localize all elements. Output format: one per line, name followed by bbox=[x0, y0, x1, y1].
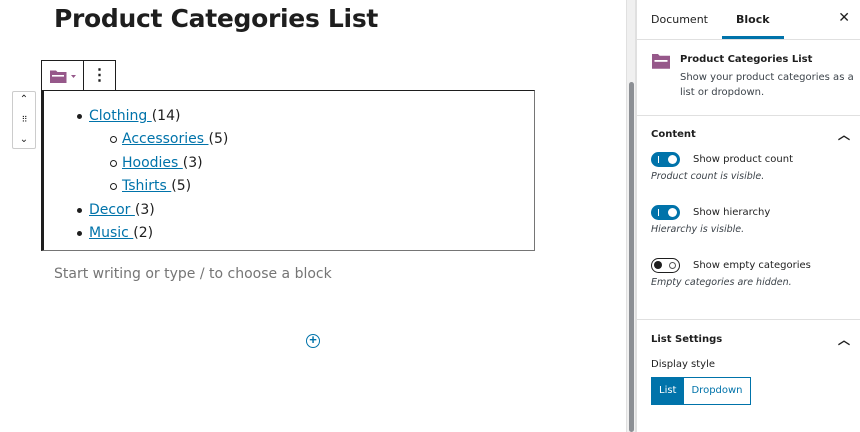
category-link-tshirts[interactable]: Tshirts bbox=[122, 178, 171, 194]
display-style-toggle-group: List Dropdown bbox=[651, 377, 860, 405]
block-card-description: Show your product categories as a list o… bbox=[680, 72, 854, 98]
display-style-list-button[interactable]: List bbox=[651, 377, 685, 405]
list-item: Music (2) bbox=[77, 222, 228, 245]
block-toolbar: ⋮ bbox=[41, 60, 116, 90]
block-card-text: Product Categories List Show your produc… bbox=[680, 52, 854, 115]
content-panel: Content ︿ Show product count Product cou… bbox=[637, 116, 860, 320]
folder-icon bbox=[49, 70, 76, 83]
more-options-button[interactable]: ⋮ bbox=[84, 61, 115, 90]
block-inserter-plus-icon[interactable]: + bbox=[306, 333, 320, 348]
drag-handle-icon[interactable]: ⠿ bbox=[22, 116, 28, 124]
scrollbar-thumb[interactable] bbox=[629, 82, 634, 432]
toggle-show-hierarchy: Show hierarchy Hierarchy is visible. bbox=[637, 205, 860, 258]
close-icon[interactable]: ✕ bbox=[838, 11, 850, 25]
tab-block[interactable]: Block bbox=[722, 0, 784, 39]
list-item: Tshirts (5) bbox=[110, 175, 228, 198]
toggle-label[interactable]: Show hierarchy bbox=[693, 207, 770, 218]
category-count: (2) bbox=[133, 225, 154, 242]
block-card-icon-wrap bbox=[651, 52, 671, 115]
page-title[interactable]: Product Categories List bbox=[54, 4, 378, 33]
toggle-show-empty-categories: Show empty categories Empty categories a… bbox=[637, 258, 860, 311]
chevron-down-icon[interactable]: ⌄ bbox=[20, 135, 28, 145]
toggle-line: Show hierarchy bbox=[651, 205, 860, 220]
toggle-line: Show product count bbox=[651, 152, 860, 167]
folder-icon bbox=[652, 54, 670, 69]
toggle-label[interactable]: Show product count bbox=[693, 154, 793, 165]
hierarchy-switch[interactable] bbox=[651, 205, 680, 220]
list-item: Hoodies (3) bbox=[110, 152, 228, 175]
toggle-help: Product count is visible. bbox=[651, 171, 765, 182]
category-link-music[interactable]: Music bbox=[89, 225, 133, 241]
panel-title: Content bbox=[651, 128, 696, 140]
panel-title: List Settings bbox=[651, 333, 723, 345]
editor-canvas: Product Categories List ⋮ ⌃ ⠿ ⌄ Clothing bbox=[0, 0, 626, 432]
chevron-up-icon[interactable]: ⌃ bbox=[20, 95, 28, 105]
category-list: Clothing (14) Accessories (5) Hoodies (3… bbox=[77, 105, 228, 245]
category-link-decor[interactable]: Decor bbox=[89, 202, 135, 218]
default-block-appender[interactable]: Start writing or type / to choose a bloc… bbox=[54, 266, 332, 282]
chevron-up-icon: ︿ bbox=[837, 127, 850, 142]
editor-scrollbar[interactable] bbox=[626, 0, 636, 432]
block-mover: ⌃ ⠿ ⌄ bbox=[12, 91, 36, 149]
block-card-title: Product Categories List bbox=[680, 54, 813, 65]
list-item: Clothing (14) Accessories (5) Hoodies (3… bbox=[77, 105, 228, 199]
category-count: (5) bbox=[208, 131, 229, 148]
display-style-dropdown-button[interactable]: Dropdown bbox=[684, 377, 751, 405]
empty-categories-switch[interactable] bbox=[651, 258, 680, 273]
sidebar-tabs: Document Block ✕ bbox=[637, 0, 860, 40]
settings-sidebar: Document Block ✕ Product Categories List… bbox=[636, 0, 860, 432]
category-count: (3) bbox=[182, 154, 203, 171]
display-style-label: Display style bbox=[651, 359, 716, 370]
subcategory-list: Accessories (5) Hoodies (3) Tshirts (5) bbox=[110, 128, 228, 198]
list-settings-panel: List Settings ︿ Display style List Dropd… bbox=[637, 320, 860, 405]
tab-document[interactable]: Document bbox=[637, 0, 722, 39]
toggle-label[interactable]: Show empty categories bbox=[693, 260, 811, 271]
product-categories-block[interactable]: Clothing (14) Accessories (5) Hoodies (3… bbox=[41, 90, 535, 348]
category-count: (14) bbox=[151, 108, 181, 124]
block-type-button[interactable] bbox=[42, 61, 84, 90]
more-vertical-icon: ⋮ bbox=[91, 66, 108, 84]
block-card: Product Categories List Show your produc… bbox=[637, 40, 860, 116]
list-item: Accessories (5) bbox=[110, 128, 228, 151]
list-item: Decor (3) bbox=[77, 199, 228, 222]
content-panel-toggle[interactable]: Content ︿ bbox=[637, 116, 860, 152]
toggle-line: Show empty categories bbox=[651, 258, 860, 273]
toggle-help: Hierarchy is visible. bbox=[651, 224, 745, 235]
category-link-clothing[interactable]: Clothing bbox=[89, 108, 152, 124]
category-count: (3) bbox=[134, 201, 155, 218]
toggle-help: Empty categories are hidden. bbox=[651, 277, 792, 288]
category-link-accessories[interactable]: Accessories bbox=[122, 131, 209, 147]
editor-page: Product Categories List ⋮ ⌃ ⠿ ⌄ Clothing bbox=[0, 0, 860, 432]
category-count: (5) bbox=[171, 178, 192, 195]
category-link-hoodies[interactable]: Hoodies bbox=[122, 155, 183, 171]
product-count-switch[interactable] bbox=[651, 152, 680, 167]
toggle-show-product-count: Show product count Product count is visi… bbox=[637, 152, 860, 205]
chevron-up-icon: ︿ bbox=[837, 332, 850, 347]
list-settings-panel-toggle[interactable]: List Settings ︿ bbox=[637, 320, 860, 358]
